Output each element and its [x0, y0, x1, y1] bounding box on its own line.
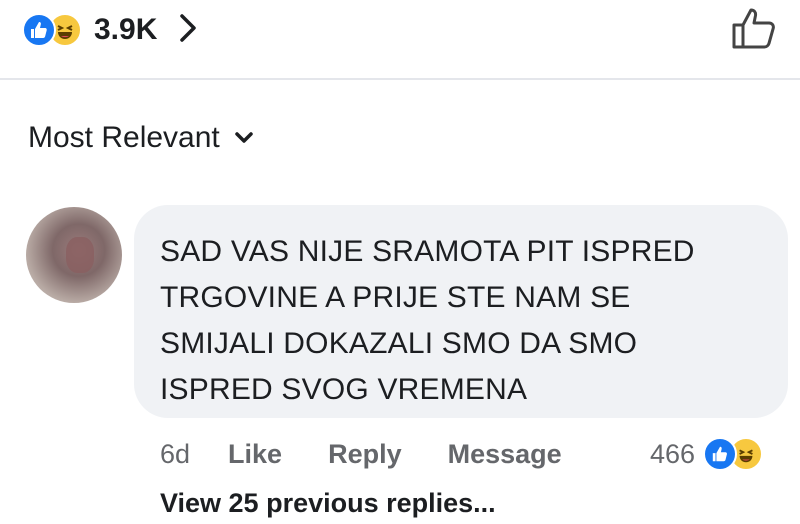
reactions-summary[interactable]: 3.9K	[22, 8, 197, 52]
comment-text-line: TRGOVINE A PRIJE STE NAM SE	[160, 281, 631, 314]
message-button[interactable]: Message	[448, 439, 562, 470]
like-icon	[703, 437, 738, 471]
reaction-count: 3.9K	[94, 13, 158, 46]
sort-label: Most Relevant	[28, 121, 220, 154]
comment-text-line: ISPRED SVOG VREMENA	[160, 373, 528, 406]
reply-button[interactable]: Reply	[328, 439, 402, 470]
thumbs-up-outline-icon	[731, 6, 777, 55]
comment-sort-dropdown[interactable]: Most Relevant	[28, 118, 254, 158]
avatar[interactable]	[26, 207, 122, 303]
comment-actions: 6d Like Reply Message	[160, 434, 562, 474]
avatar-blur	[66, 237, 94, 273]
comment-reaction-count: 466	[650, 438, 696, 469]
like-comment-button[interactable]: Like	[228, 439, 282, 470]
comment-bubble: SAD VAS NIJE SRAMOTA PIT ISPRED TRGOVINE…	[134, 205, 788, 418]
chevron-down-icon	[234, 131, 254, 150]
post-reactions-bar: 3.9K	[0, 0, 800, 80]
view-previous-replies-link[interactable]: View 25 previous replies...	[160, 488, 496, 519]
chevron-right-icon	[179, 13, 197, 48]
like-post-button[interactable]	[728, 6, 780, 54]
comment-text-line: SMIJALI DOKAZALI SMO DA SMO	[160, 327, 638, 360]
like-icon	[22, 13, 56, 47]
comment-timestamp[interactable]: 6d	[160, 439, 190, 470]
comment-reactions[interactable]: 466	[650, 434, 764, 474]
comment-text-line: SAD VAS NIJE SRAMOTA PIT ISPRED	[160, 235, 695, 268]
